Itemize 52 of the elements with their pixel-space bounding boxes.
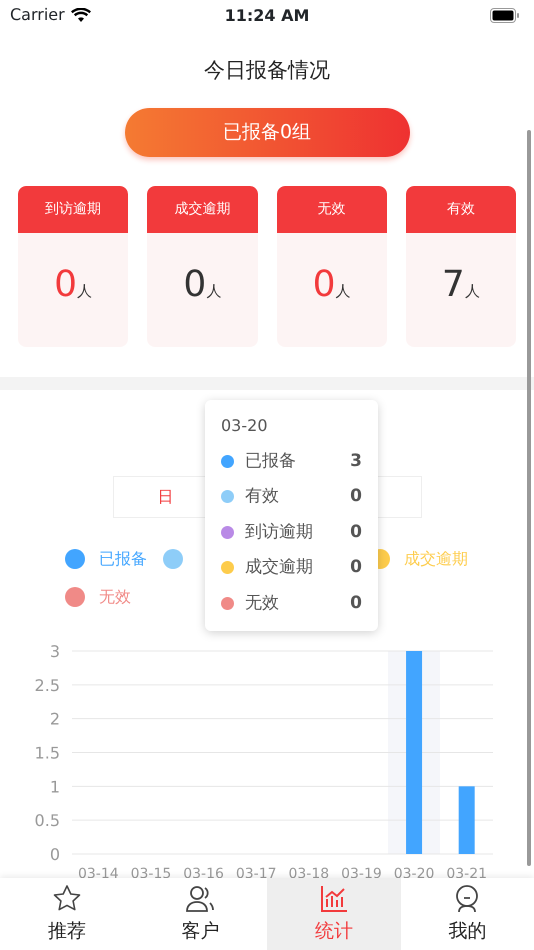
y-tick-label: 1 xyxy=(50,776,60,796)
y-tick-label: 3 xyxy=(50,642,60,660)
y-tick-label: 1.5 xyxy=(34,743,60,762)
series-value: 0 xyxy=(350,592,362,614)
summary-button[interactable]: 已报备0组 xyxy=(124,108,410,156)
card-header: 到访逾期 xyxy=(18,186,128,232)
x-tick-label: 03-17 xyxy=(236,866,277,878)
legend-label[interactable]: 无效 xyxy=(99,584,131,608)
stat-value: 0 xyxy=(54,266,78,302)
tooltip-title: 03-20 xyxy=(221,414,268,436)
card-header: 成交逾期 xyxy=(147,186,258,232)
x-tick-label: 03-19 xyxy=(341,866,382,878)
tab-item[interactable]: 统计 xyxy=(267,878,400,950)
unit-label: 人 xyxy=(464,280,480,302)
series-value: 3 xyxy=(350,450,362,472)
card-header: 有效 xyxy=(406,186,516,232)
tab-item[interactable]: 客户 xyxy=(134,878,267,950)
legend-label[interactable]: 已报备 xyxy=(99,546,147,570)
series-label: 到访逾期 xyxy=(245,520,313,544)
series-label: 成交逾期 xyxy=(245,556,313,579)
series-label: 有效 xyxy=(245,485,279,508)
y-tick-label: 2.5 xyxy=(34,675,60,694)
unit-label: 人 xyxy=(336,280,351,302)
bar xyxy=(458,786,475,854)
series-label: 已报备 xyxy=(245,450,296,472)
y-tick-label: 0 xyxy=(50,844,60,864)
unit-label: 人 xyxy=(206,280,222,302)
carrier-label: Carrier xyxy=(10,4,65,26)
series-value: 0 xyxy=(350,520,362,544)
stat-value: 7 xyxy=(442,266,465,302)
y-tick-label: 2 xyxy=(50,709,60,728)
series-label: 无效 xyxy=(245,592,279,614)
x-tick-label: 03-20 xyxy=(394,866,434,878)
battery-icon xyxy=(490,8,520,22)
wifi-icon xyxy=(70,8,91,22)
x-tick-label: 03-16 xyxy=(183,866,224,878)
x-tick-label: 03-21 xyxy=(446,866,488,878)
page-title: 今日报备情况 xyxy=(203,57,331,84)
unit-label: 人 xyxy=(77,280,92,302)
card-header: 无效 xyxy=(276,186,387,232)
x-tick-label: 03-18 xyxy=(288,866,330,878)
period-tab[interactable]: 日 xyxy=(114,476,217,516)
y-tick-label: 0.5 xyxy=(34,810,60,830)
series-value: 0 xyxy=(350,485,362,508)
x-tick-label: 03-14 xyxy=(78,866,119,878)
x-tick-label: 03-15 xyxy=(130,866,172,878)
tab-item[interactable]: 我的 xyxy=(400,878,534,950)
stat-value: 0 xyxy=(183,266,206,302)
tab-item[interactable]: 推荐 xyxy=(0,878,134,950)
series-value: 0 xyxy=(350,556,362,579)
status-time: 11:24 AM xyxy=(224,5,310,27)
stat-value: 0 xyxy=(312,266,336,302)
